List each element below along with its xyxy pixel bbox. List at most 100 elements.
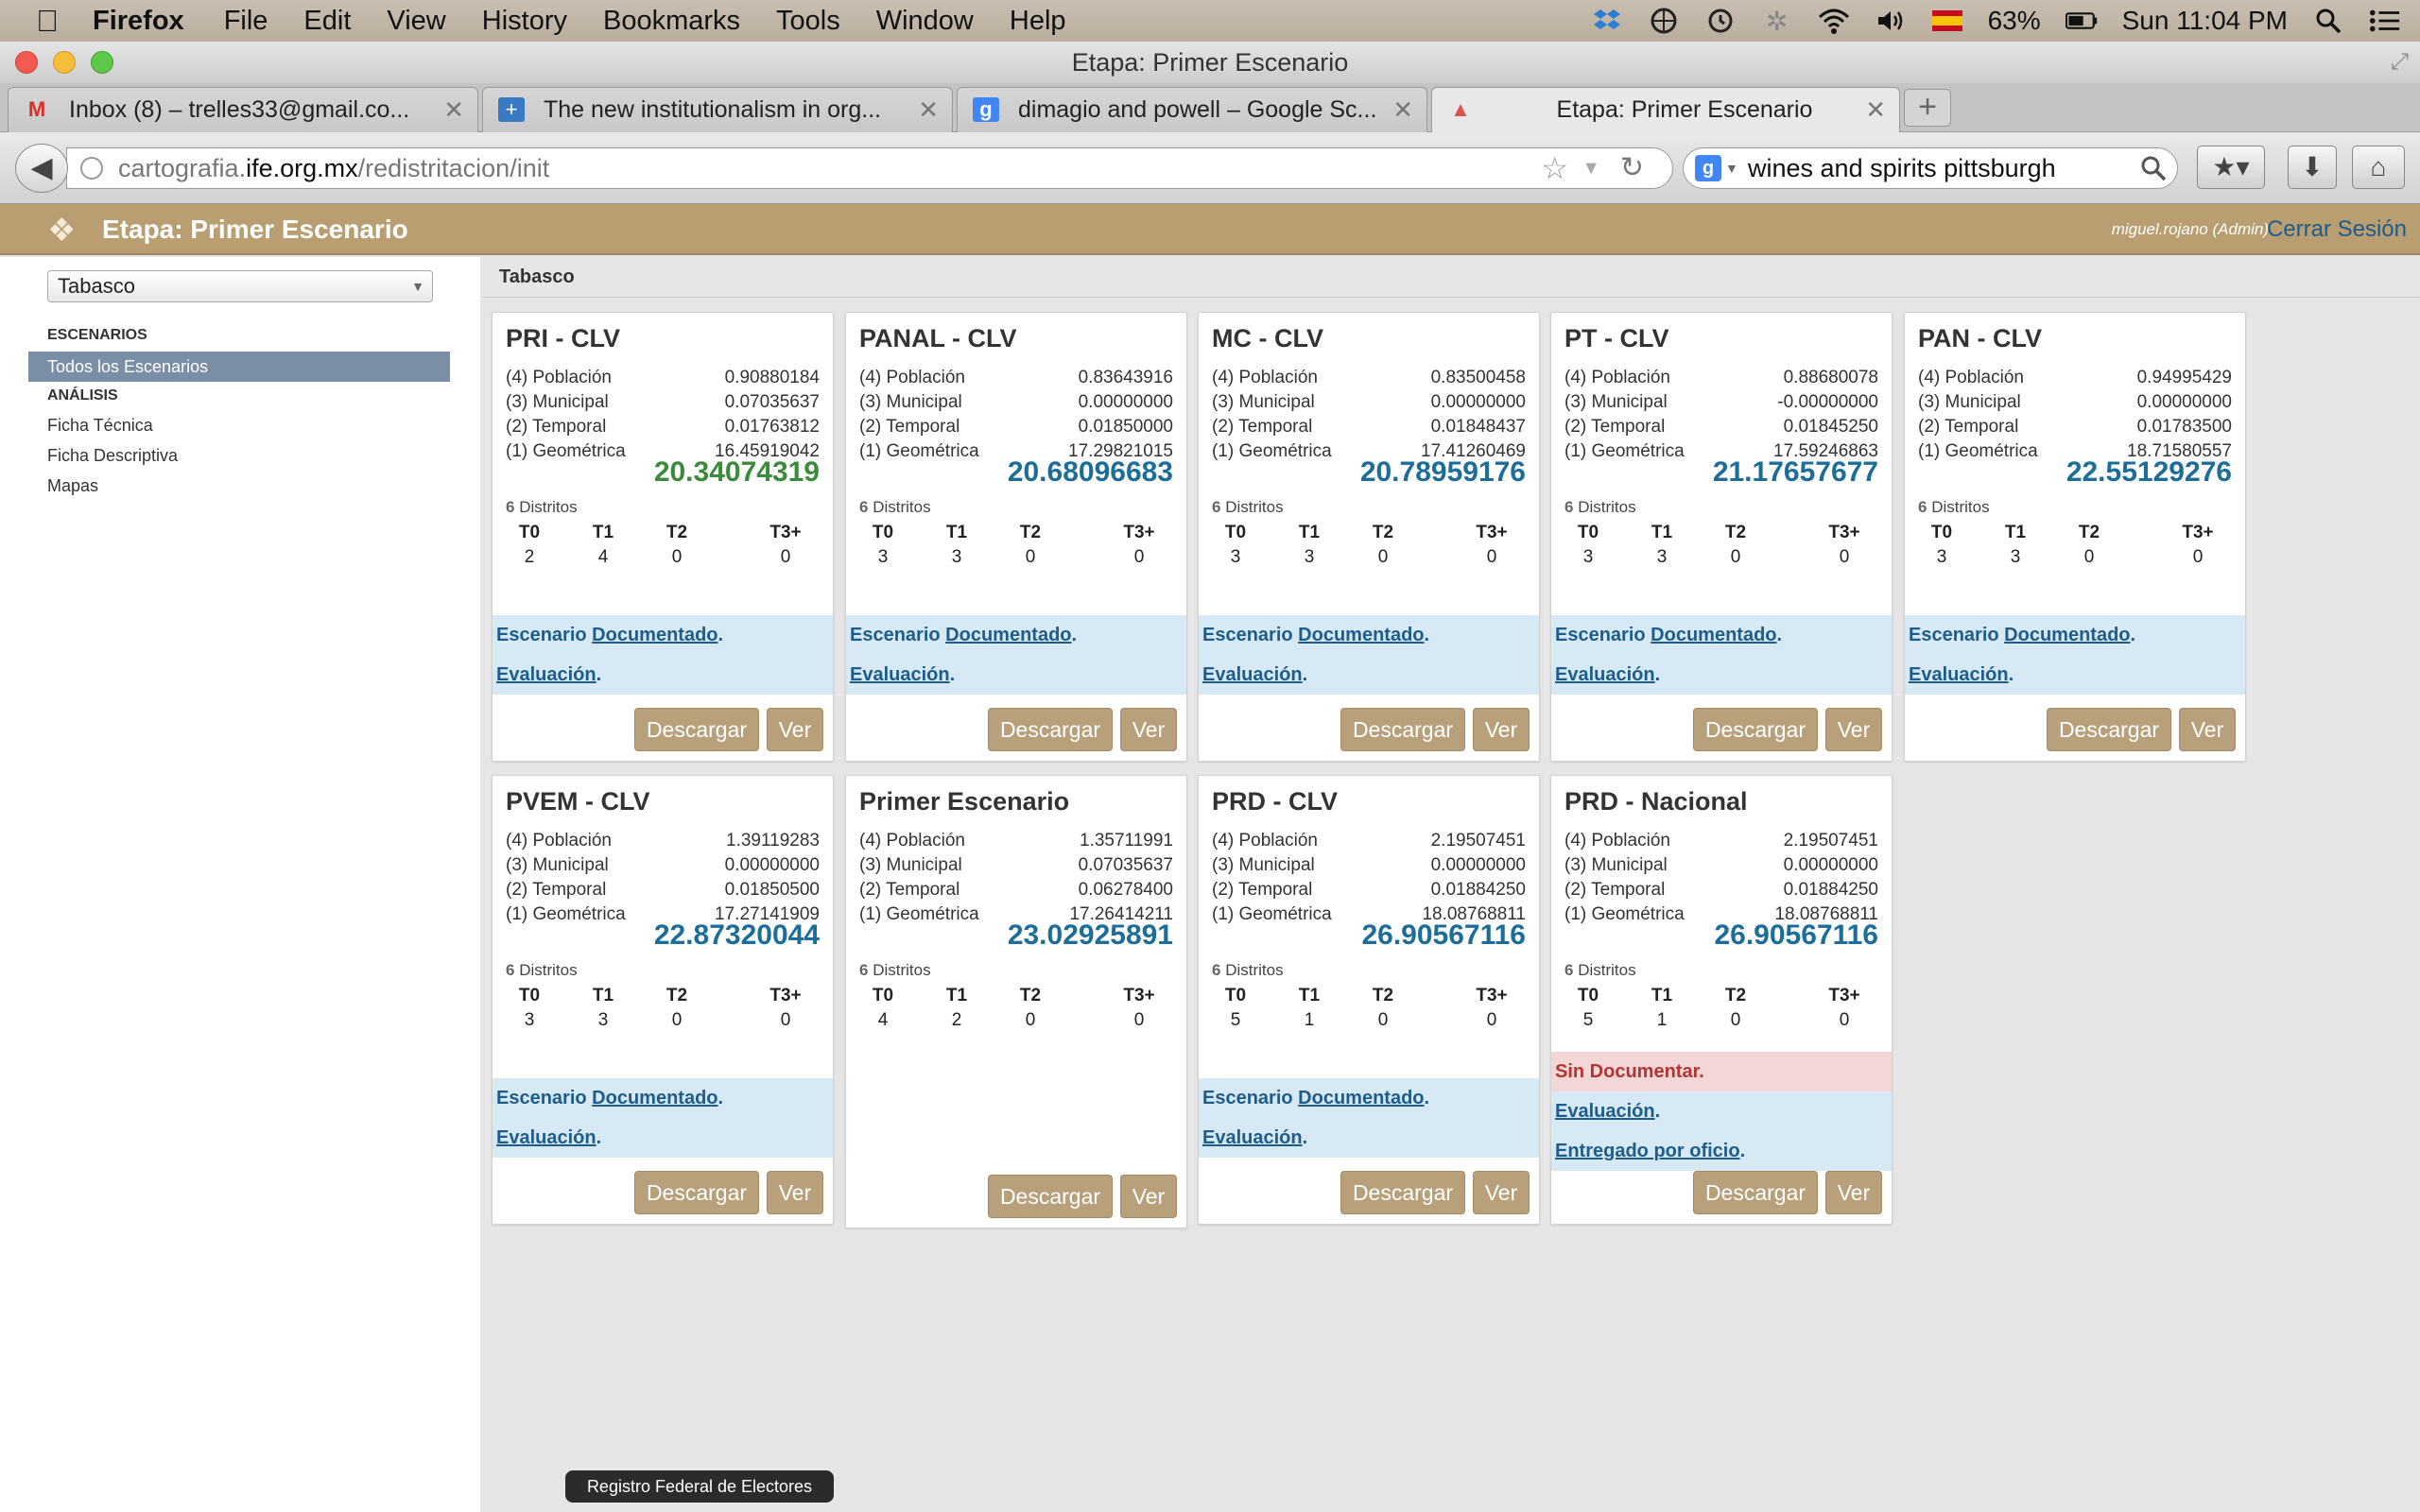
label-poblacion: (4) Población bbox=[859, 831, 965, 850]
url-domain: ife.org.mx bbox=[246, 154, 358, 182]
sidebar-item-mapas[interactable]: Mapas bbox=[47, 476, 98, 496]
tab-institutionalism[interactable]: + The new institutionalism in org... ✕ bbox=[482, 87, 953, 132]
logout-link[interactable]: Cerrar Sesión bbox=[2267, 204, 2407, 255]
google-search-engine-icon[interactable]: g bbox=[1695, 155, 1721, 181]
descargar-button[interactable]: Descargar bbox=[988, 1175, 1113, 1218]
descargar-button[interactable]: Descargar bbox=[988, 708, 1113, 751]
sidebar-item-ficha-tecnica[interactable]: Ficha Técnica bbox=[47, 416, 153, 436]
ver-button[interactable]: Ver bbox=[767, 1171, 823, 1214]
ver-button[interactable]: Ver bbox=[1120, 708, 1177, 751]
search-bar[interactable]: g ▼ wines and spirits pittsburgh bbox=[1683, 147, 2178, 189]
battery-icon[interactable] bbox=[2065, 7, 2098, 35]
descargar-button[interactable]: Descargar bbox=[2047, 708, 2171, 751]
sidebar-item-ficha-descriptiva[interactable]: Ficha Descriptiva bbox=[47, 446, 178, 466]
ver-button[interactable]: Ver bbox=[1120, 1175, 1177, 1218]
history-dropdown-icon[interactable]: ▼ bbox=[1582, 148, 1600, 188]
row-municipal: (3) Municipal 0.07035637 bbox=[506, 392, 820, 417]
apple-icon[interactable]:  bbox=[36, 4, 59, 39]
menu-history[interactable]: History bbox=[482, 6, 567, 37]
ver-button[interactable]: Ver bbox=[1825, 1171, 1882, 1214]
menu-help[interactable]: Help bbox=[1010, 6, 1066, 37]
documentado-link[interactable]: Documentado bbox=[945, 625, 1071, 645]
descargar-button[interactable]: Descargar bbox=[634, 708, 759, 751]
descargar-button[interactable]: Descargar bbox=[1693, 1171, 1818, 1214]
value-municipal: 0.00000000 bbox=[1078, 392, 1173, 412]
close-tab-icon[interactable]: ✕ bbox=[443, 88, 464, 131]
documentado-link[interactable]: Documentado bbox=[592, 625, 717, 645]
evaluacion-link[interactable]: Evaluación bbox=[496, 1127, 596, 1148]
zoom-window-button[interactable] bbox=[91, 51, 113, 74]
sidebar-item-todos-los-escenarios[interactable]: Todos los Escenarios bbox=[28, 352, 450, 382]
ver-button[interactable]: Ver bbox=[1825, 708, 1882, 751]
sync-globe-icon[interactable] bbox=[1648, 7, 1680, 35]
tab-etapa-active[interactable]: ▲ Etapa: Primer Escenario ✕ bbox=[1431, 87, 1900, 132]
spanish-flag-icon[interactable] bbox=[1931, 7, 1963, 35]
documentado-link[interactable]: Documentado bbox=[1651, 625, 1776, 645]
notification-list-icon[interactable] bbox=[2369, 7, 2401, 35]
time-machine-icon[interactable] bbox=[1704, 7, 1737, 35]
documentado-link[interactable]: Documentado bbox=[2004, 625, 2130, 645]
descargar-button[interactable]: Descargar bbox=[634, 1171, 759, 1214]
evaluacion-link[interactable]: Evaluación bbox=[496, 664, 596, 685]
evaluacion-link[interactable]: Evaluación bbox=[850, 664, 950, 685]
close-tab-icon[interactable]: ✕ bbox=[918, 88, 939, 131]
ver-button[interactable]: Ver bbox=[1473, 1171, 1530, 1214]
descargar-button[interactable]: Descargar bbox=[1693, 708, 1818, 751]
documentado-link[interactable]: Documentado bbox=[1298, 625, 1424, 645]
value-t2: 0 bbox=[671, 1010, 683, 1030]
dropbox-icon[interactable] bbox=[1591, 7, 1623, 35]
spotlight-search-icon[interactable] bbox=[2312, 7, 2344, 35]
fullscreen-icon[interactable]: ⤢ bbox=[2391, 42, 2409, 83]
tab-google-scholar[interactable]: g dimagio and powell – Google Sc... ✕ bbox=[957, 87, 1427, 132]
bookmark-star-icon[interactable]: ☆ bbox=[1541, 148, 1568, 188]
search-icon[interactable] bbox=[2139, 154, 2168, 194]
value-poblacion: 2.19507451 bbox=[1430, 831, 1526, 850]
value-t2: 0 bbox=[1377, 547, 1389, 567]
documentado-link[interactable]: Documentado bbox=[1298, 1088, 1424, 1108]
evaluacion-link[interactable]: Evaluación bbox=[1202, 1127, 1303, 1148]
downloads-button[interactable]: ⬇ bbox=[2288, 146, 2337, 189]
close-tab-icon[interactable]: ✕ bbox=[1392, 88, 1413, 131]
evaluacion-link[interactable]: Evaluación bbox=[1202, 664, 1303, 685]
value-poblacion: 0.94995429 bbox=[2136, 368, 2232, 387]
app-menu-firefox[interactable]: Firefox bbox=[93, 6, 184, 37]
evaluacion-link[interactable]: Evaluación bbox=[1555, 1101, 1655, 1122]
evaluacion-link[interactable]: Evaluación bbox=[1909, 664, 2009, 685]
battery-percent[interactable]: 63% bbox=[1988, 6, 2041, 36]
distritos-number: 6 bbox=[1212, 498, 1221, 516]
menu-window[interactable]: Window bbox=[876, 6, 974, 37]
evaluacion-band: Evaluación. bbox=[1551, 655, 1892, 695]
bluetooth-icon[interactable]: ✲ bbox=[1761, 7, 1793, 36]
entregado-por-oficio-link[interactable]: Entregado por oficio bbox=[1555, 1141, 1740, 1161]
menu-tools[interactable]: Tools bbox=[776, 6, 840, 37]
minimize-window-button[interactable] bbox=[53, 51, 76, 74]
ver-button[interactable]: Ver bbox=[2179, 708, 2236, 751]
close-tab-icon[interactable]: ✕ bbox=[1865, 88, 1886, 131]
bookmarks-menu-button[interactable]: ★▾ bbox=[2197, 146, 2265, 189]
descargar-button[interactable]: Descargar bbox=[1340, 708, 1465, 751]
close-window-button[interactable] bbox=[15, 51, 38, 74]
clock[interactable]: Sun 11:04 PM bbox=[2122, 6, 2288, 36]
menu-edit[interactable]: Edit bbox=[303, 6, 351, 37]
ver-button[interactable]: Ver bbox=[767, 708, 823, 751]
ver-button[interactable]: Ver bbox=[1473, 708, 1530, 751]
header-t0: T0 bbox=[872, 986, 894, 1005]
reload-icon[interactable]: ↻ bbox=[1620, 148, 1644, 188]
wifi-icon[interactable] bbox=[1818, 7, 1850, 35]
url-bar[interactable]: cartografia.ife.org.mx/redistritacion/in… bbox=[66, 147, 1673, 189]
label-poblacion: (4) Población bbox=[1212, 831, 1318, 850]
volume-icon[interactable] bbox=[1875, 7, 1907, 35]
engine-dropdown-icon[interactable]: ▼ bbox=[1725, 148, 1738, 188]
menu-bookmarks[interactable]: Bookmarks bbox=[603, 6, 740, 37]
label-geometrica: (1) Geométrica bbox=[859, 904, 979, 924]
evaluacion-link[interactable]: Evaluación bbox=[1555, 664, 1655, 685]
tab-gmail[interactable]: M Inbox (8) – trelles33@gmail.co... ✕ bbox=[8, 87, 478, 132]
home-button[interactable]: ⌂ bbox=[2352, 146, 2405, 189]
new-tab-button[interactable]: + bbox=[1904, 89, 1951, 127]
menu-view[interactable]: View bbox=[387, 6, 445, 37]
documentado-link[interactable]: Documentado bbox=[592, 1088, 717, 1108]
back-button[interactable]: ◀ bbox=[15, 144, 68, 193]
region-select[interactable]: Tabasco ▼ bbox=[47, 270, 433, 302]
menu-file[interactable]: File bbox=[224, 6, 268, 37]
descargar-button[interactable]: Descargar bbox=[1340, 1171, 1465, 1214]
